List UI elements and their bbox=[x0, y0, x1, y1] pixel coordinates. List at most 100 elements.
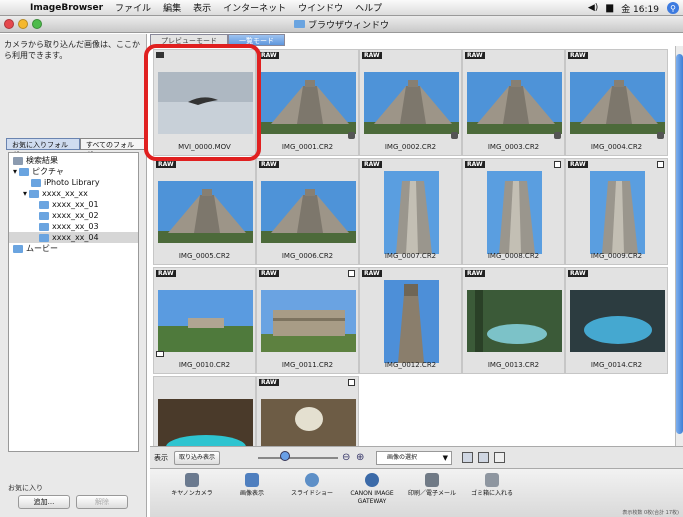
thumbnail-item[interactable]: RAW IMG_0004.CR2 bbox=[565, 49, 668, 156]
tree-item-iphoto-library[interactable]: iPhoto Library bbox=[31, 177, 100, 188]
action-canon-image-gateway[interactable]: CANON IMAGE GATEWAY bbox=[342, 473, 402, 506]
tree-item-xxxx-xx-02[interactable]: xxxx_xx_02 bbox=[39, 210, 99, 221]
tree-item-xxxx-xx-03[interactable]: xxxx_xx_03 bbox=[39, 221, 99, 232]
thumbnail-item[interactable]: RAW bbox=[256, 376, 359, 446]
thumbnail-item[interactable]: RAW IMG_0003.CR2 bbox=[462, 49, 565, 156]
thumbnail-image[interactable] bbox=[158, 181, 253, 243]
compare-icon[interactable] bbox=[494, 452, 505, 463]
action-print-email[interactable]: 印刷／電子メール bbox=[402, 473, 462, 498]
thumbnail-image[interactable] bbox=[158, 399, 253, 446]
thumbnail-item[interactable]: RAW IMG_0013.CR2 bbox=[462, 267, 565, 374]
thumbnail-image[interactable] bbox=[158, 290, 253, 352]
grid-scrollbar[interactable] bbox=[675, 46, 683, 446]
thumbnail-image[interactable] bbox=[384, 171, 439, 254]
zoom-out-icon[interactable]: ⊖ bbox=[342, 452, 350, 463]
image-select-dropdown[interactable]: 画像の選択 ▼ bbox=[376, 451, 452, 465]
thumbnail-image[interactable] bbox=[261, 72, 356, 134]
add-favorite-button[interactable]: 追加... bbox=[18, 495, 70, 509]
action-canon-camera[interactable]: キヤノンカメラ bbox=[162, 473, 222, 498]
select-none-icon[interactable] bbox=[478, 452, 489, 463]
thumbnail-image[interactable] bbox=[158, 72, 253, 134]
view-toolbar: 表示 取り込み表示 ⊖ ⊕ 画像の選択 ▼ bbox=[150, 446, 683, 468]
menu-window[interactable]: ウインドウ bbox=[292, 1, 349, 14]
thumbnail-size-slider[interactable] bbox=[258, 457, 338, 459]
thumbnail-item[interactable]: RAW IMG_0010.CR2 bbox=[153, 267, 256, 374]
thumbnail-item[interactable]: RAW IMG_0012.CR2 bbox=[359, 267, 462, 374]
minimize-window-button[interactable] bbox=[18, 19, 28, 29]
tab-favorite-folders[interactable]: お気に入りフォルダ bbox=[6, 138, 80, 159]
chevron-down-icon: ▼ bbox=[442, 454, 448, 462]
folder-icon bbox=[39, 233, 49, 242]
disclosure-open-icon[interactable]: ▾ bbox=[13, 167, 17, 176]
rotate-icon bbox=[348, 132, 355, 139]
spotlight-icon[interactable]: ⚲ bbox=[667, 2, 679, 14]
thumbnail-image[interactable] bbox=[261, 399, 356, 446]
thumbnail-item[interactable]: RAW IMG_0014.CR2 bbox=[565, 267, 668, 374]
raw-badge: RAW bbox=[465, 161, 485, 168]
tab-all-folders[interactable]: すべてのフォルダ bbox=[79, 138, 146, 159]
menubar-clock[interactable]: 金 16:19 bbox=[621, 2, 659, 15]
tree-item-search-results[interactable]: 検索結果 bbox=[13, 155, 58, 166]
thumbnail-item[interactable]: RAW IMG_0007.CR2 bbox=[359, 158, 462, 265]
thumbnail-image[interactable] bbox=[570, 72, 665, 134]
zoom-in-icon[interactable]: ⊕ bbox=[356, 452, 364, 463]
raw-badge: RAW bbox=[568, 161, 588, 168]
thumbnail-image[interactable] bbox=[467, 290, 562, 352]
thumbnail-item[interactable] bbox=[153, 376, 256, 446]
tree-item-xxxx-xx-01[interactable]: xxxx_xx_01 bbox=[39, 199, 99, 210]
thumbnail-item[interactable]: RAW IMG_0008.CR2 bbox=[462, 158, 565, 265]
scrollbar-thumb[interactable] bbox=[676, 54, 683, 434]
menu-app[interactable]: ImageBrowser bbox=[24, 3, 109, 13]
thumbnail-item[interactable]: RAW IMG_0002.CR2 bbox=[359, 49, 462, 156]
raw-badge: RAW bbox=[156, 270, 176, 277]
tree-item-xxxx-xx-04[interactable]: xxxx_xx_04 bbox=[9, 232, 138, 243]
thumbnail-item[interactable]: MVI_0000.MOV bbox=[153, 49, 256, 156]
slider-knob[interactable] bbox=[280, 451, 290, 461]
thumbnail-image[interactable] bbox=[384, 280, 439, 363]
raw-badge: RAW bbox=[259, 379, 279, 386]
folder-icon bbox=[39, 222, 49, 231]
volume-icon[interactable]: ◀) bbox=[588, 3, 598, 13]
thumbnail-item[interactable]: RAW IMG_0011.CR2 bbox=[256, 267, 359, 374]
thumbnail-image[interactable] bbox=[570, 290, 665, 352]
tab-list-mode[interactable]: 一覧モード bbox=[228, 34, 285, 46]
thumbnail-image[interactable] bbox=[467, 72, 562, 134]
thumbnail-item[interactable]: RAW IMG_0006.CR2 bbox=[256, 158, 359, 265]
raw-badge: RAW bbox=[259, 52, 279, 59]
favorites-label: お気に入り bbox=[8, 484, 43, 492]
window-title: ブラウザウィンドウ bbox=[307, 20, 389, 31]
thumbnail-image[interactable] bbox=[487, 171, 542, 254]
zoom-window-button[interactable] bbox=[32, 19, 42, 29]
thumbnail-image[interactable] bbox=[590, 171, 645, 254]
disclosure-open-icon[interactable]: ▾ bbox=[23, 189, 27, 198]
menu-view[interactable]: 表示 bbox=[187, 1, 217, 14]
close-window-button[interactable] bbox=[4, 19, 14, 29]
menu-file[interactable]: ファイル bbox=[109, 1, 157, 14]
action-image-view[interactable]: 画像表示 bbox=[222, 473, 282, 498]
action-trash[interactable]: ゴミ箱に入れる bbox=[462, 473, 522, 498]
input-method-icon[interactable]: ▆ bbox=[606, 3, 613, 13]
thumbnail-image[interactable] bbox=[364, 72, 459, 134]
folder-icon bbox=[29, 189, 40, 198]
menu-edit[interactable]: 編集 bbox=[157, 1, 187, 14]
thumbnail-item[interactable]: RAW IMG_0005.CR2 bbox=[153, 158, 256, 265]
remove-favorite-button[interactable]: 解除 bbox=[76, 495, 128, 509]
menu-internet[interactable]: インターネット bbox=[217, 1, 292, 14]
tree-item-movies[interactable]: ムービー bbox=[13, 243, 58, 254]
thumbnail-image[interactable] bbox=[261, 181, 356, 243]
thumbnail-filename: IMG_0014.CR2 bbox=[590, 361, 643, 369]
tab-preview-mode[interactable]: プレビューモード bbox=[150, 34, 228, 46]
tree-item-pictures[interactable]: ▾ ピクチャ bbox=[13, 166, 64, 177]
thumbnail-image[interactable] bbox=[261, 290, 356, 352]
thumbnail-item[interactable]: RAW IMG_0001.CR2 bbox=[256, 49, 359, 156]
thumbnail-filename: IMG_0008.CR2 bbox=[487, 252, 540, 260]
thumbnail-filename: IMG_0002.CR2 bbox=[384, 143, 437, 151]
select-all-icon[interactable] bbox=[462, 452, 473, 463]
status-count: 表示枚数 0枚(合計 17枚) bbox=[622, 510, 679, 516]
action-slideshow[interactable]: スライドショー bbox=[282, 473, 342, 498]
thumbnail-item[interactable]: RAW IMG_0009.CR2 bbox=[565, 158, 668, 265]
thumbnail-filename: IMG_0010.CR2 bbox=[178, 361, 231, 369]
tree-item-xxxx-xx-xx[interactable]: ▾ xxxx_xx_xx bbox=[23, 188, 88, 199]
import-view-button[interactable]: 取り込み表示 bbox=[174, 451, 221, 465]
menu-help[interactable]: ヘルプ bbox=[349, 1, 388, 14]
